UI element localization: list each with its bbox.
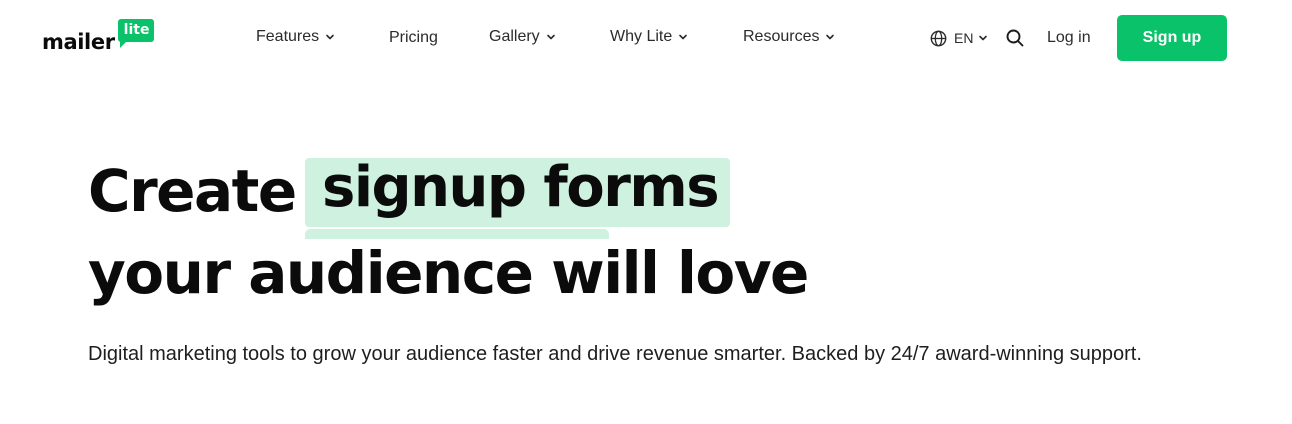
search-icon[interactable] — [1005, 28, 1025, 48]
nav-pricing[interactable]: Pricing — [389, 27, 438, 49]
language-selector[interactable]: EN — [930, 27, 988, 49]
headline-prefix: Create — [88, 157, 297, 225]
nav-resources-label: Resources — [743, 28, 820, 45]
page: mailer lite Features Pricing Gallery Why… — [0, 0, 1292, 424]
login-link[interactable]: Log in — [1047, 27, 1091, 49]
nav-why-lite-label: Why Lite — [610, 28, 673, 45]
nav-gallery[interactable]: Gallery — [489, 26, 556, 48]
logo-wordmark: mailer — [42, 30, 115, 54]
globe-icon — [930, 30, 947, 47]
chevron-down-icon — [978, 33, 988, 43]
nav-features-label: Features — [256, 28, 320, 45]
nav-features[interactable]: Features — [256, 26, 335, 48]
language-label: EN — [954, 30, 974, 46]
headline-highlight: signup forms — [322, 155, 720, 220]
mailerlite-logo[interactable]: mailer lite — [42, 18, 155, 54]
chevron-down-icon — [325, 32, 335, 42]
headline-highlight-underlay — [305, 229, 609, 239]
chevron-down-icon — [825, 32, 835, 42]
chevron-down-icon — [546, 32, 556, 42]
nav-pricing-label: Pricing — [389, 29, 438, 46]
headline-line-2: your audience will love — [88, 239, 809, 307]
nav-gallery-label: Gallery — [489, 28, 540, 45]
signup-button[interactable]: Sign up — [1117, 15, 1227, 61]
nav-resources[interactable]: Resources — [743, 26, 835, 48]
chevron-down-icon — [678, 32, 688, 42]
hero-subtitle: Digital marketing tools to grow your aud… — [88, 343, 1142, 365]
nav-why-lite[interactable]: Why Lite — [610, 26, 688, 48]
logo-badge: lite — [117, 19, 155, 48]
